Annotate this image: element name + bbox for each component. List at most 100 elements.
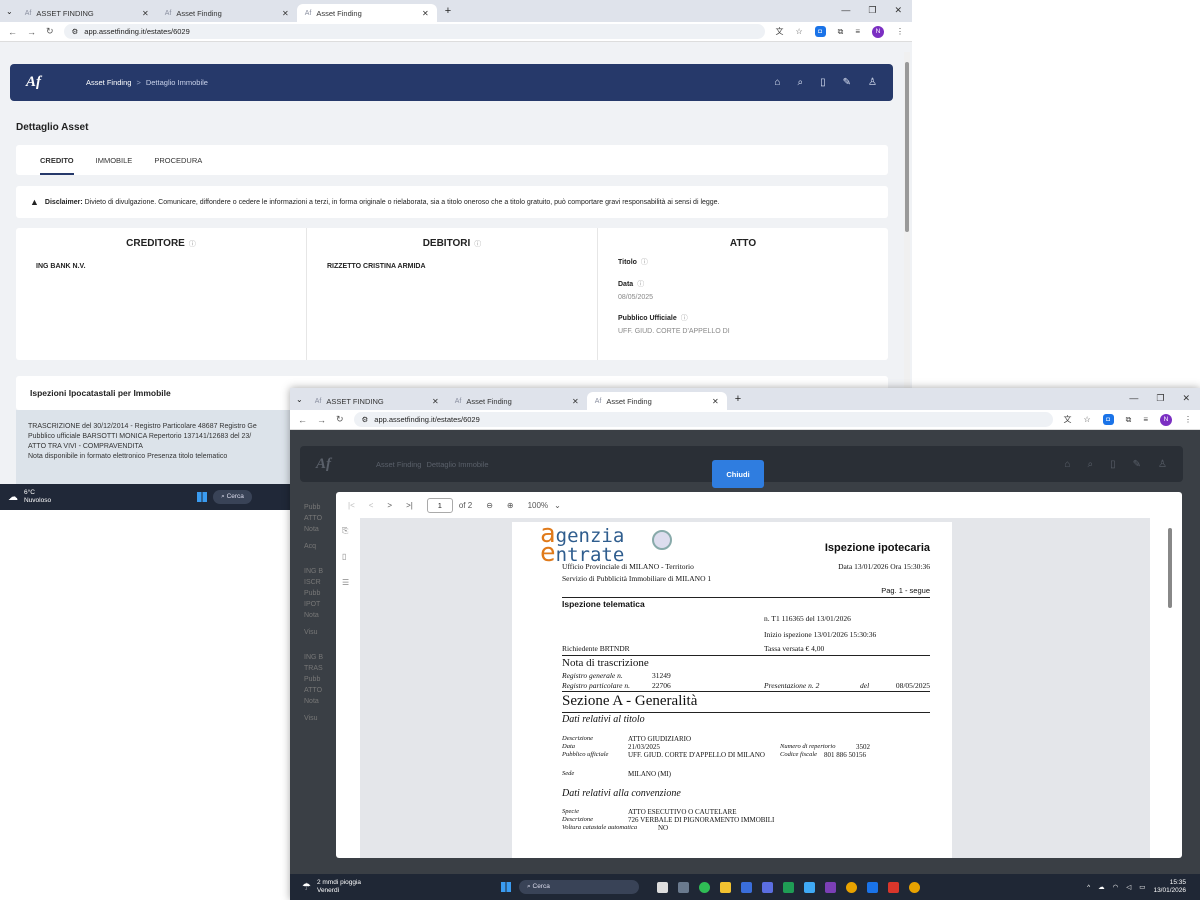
site-info-icon[interactable]: ⚙ (362, 415, 369, 424)
windows-start-icon[interactable] (197, 492, 208, 502)
battery-icon[interactable]: ▭ (1139, 883, 1145, 891)
zoom-chevron-icon[interactable]: ⌄ (554, 501, 561, 510)
tab-immobile[interactable]: IMMOBILE (96, 156, 133, 165)
minimize-icon[interactable]: — (841, 5, 850, 16)
thumbnail-icon[interactable]: ⎘ (342, 526, 348, 536)
browser-tab-active[interactable]: Af Asset Finding ✕ (586, 392, 727, 410)
extensions-puzzle-icon[interactable]: ⧉ (838, 27, 844, 37)
back-icon[interactable]: ← (298, 415, 307, 425)
wifi-icon[interactable]: ◠ (1113, 883, 1119, 891)
zoom-out-icon[interactable]: ⊖ (486, 501, 493, 510)
ispezioni-row[interactable]: TRASCRIZIONE del 30/12/2014 - Registro P… (16, 410, 296, 486)
bookmark-star-icon[interactable]: ☆ (1083, 415, 1090, 424)
app-logo[interactable]: Af (26, 74, 86, 91)
close-tab-icon[interactable]: ✕ (282, 9, 289, 18)
file-explorer-icon[interactable] (720, 881, 732, 893)
search-icon[interactable]: ⌕ (798, 77, 804, 88)
close-window-icon[interactable]: ✕ (894, 5, 902, 16)
site-info-icon[interactable]: ⚙ (72, 27, 79, 36)
bookmark-icon[interactable]: ▯ (820, 77, 826, 88)
volume-icon[interactable]: ◁ (1126, 883, 1131, 891)
close-tab-icon[interactable]: ✕ (572, 397, 579, 406)
reading-list-icon[interactable]: ≡ (855, 27, 860, 36)
reload-icon[interactable]: ↻ (336, 414, 344, 425)
close-tab-icon[interactable]: ✕ (432, 397, 439, 406)
info-icon[interactable]: ⓘ (474, 241, 481, 248)
translate-icon[interactable]: 文 (1063, 414, 1071, 425)
close-tab-icon[interactable]: ✕ (422, 9, 429, 18)
info-icon[interactable]: ⓘ (189, 241, 196, 248)
excel-icon[interactable] (783, 881, 795, 893)
windows-start-icon[interactable] (501, 882, 512, 892)
zoom-level[interactable]: 100% (528, 501, 548, 510)
new-tab-icon[interactable]: + (735, 393, 741, 405)
browser-tab[interactable]: Af Asset Finding ✕ (447, 392, 587, 410)
bookmark-star-icon[interactable]: ☆ (795, 27, 802, 36)
extensions-puzzle-icon[interactable]: ⧉ (1126, 415, 1132, 425)
powerpoint-icon[interactable] (825, 881, 837, 893)
restore-icon[interactable]: ❐ (868, 5, 876, 16)
last-page-icon[interactable]: >| (406, 501, 413, 510)
browser-tab[interactable]: Af ASSET FINDING ✕ (307, 392, 447, 410)
bookmark-panel-icon[interactable]: ▯ (342, 552, 346, 561)
forward-icon[interactable]: → (27, 27, 36, 37)
pdf-scrollbar[interactable] (1168, 522, 1174, 847)
outline-icon[interactable]: ☰ (342, 578, 349, 587)
tab-credito[interactable]: CREDITO (40, 146, 74, 175)
forward-icon[interactable]: → (317, 415, 326, 425)
menu-kebab-icon[interactable]: ⋮ (1184, 415, 1192, 424)
browser-tab[interactable]: Af ASSET FINDING ✕ (17, 4, 157, 22)
back-icon[interactable]: ← (8, 27, 17, 37)
user-icon[interactable]: ♙ (868, 77, 877, 88)
translate-icon[interactable]: 文 (775, 26, 783, 37)
reading-list-icon[interactable]: ≡ (1143, 415, 1148, 424)
extension-icon[interactable]: ◘ (814, 26, 826, 37)
profile-avatar[interactable]: N (872, 25, 884, 38)
browser-tab[interactable]: Af Asset Finding ✕ (157, 4, 297, 22)
info-icon[interactable]: ⓘ (637, 281, 644, 288)
teams-icon[interactable] (762, 881, 774, 893)
tab-procedura[interactable]: PROCEDURA (154, 156, 202, 165)
close-modal-button[interactable]: Chiudi (712, 460, 764, 488)
weather-icon[interactable]: ☂ (302, 882, 311, 893)
app-icon[interactable] (741, 881, 753, 893)
taskbar-search[interactable]: ⌕ Cerca (519, 880, 640, 894)
tab-list-chevron-icon[interactable]: ⌄ (296, 395, 303, 404)
onedrive-icon[interactable]: ☁ (1098, 883, 1105, 891)
taskbar-search[interactable]: ⌕ Cerca (213, 490, 252, 504)
menu-kebab-icon[interactable]: ⋮ (896, 27, 904, 36)
profile-avatar[interactable]: N (1160, 413, 1172, 426)
home-icon[interactable]: ⌂ (774, 77, 780, 88)
chrome-icon[interactable] (846, 881, 858, 893)
extension-icon[interactable]: ◘ (1102, 414, 1114, 425)
close-window-icon[interactable]: ✕ (1182, 393, 1190, 404)
close-tab-icon[interactable]: ✕ (142, 9, 149, 18)
url-field[interactable]: ⚙ app.assetfinding.it/estates/6029 (63, 24, 766, 39)
minimize-icon[interactable]: — (1129, 393, 1138, 404)
task-view-icon[interactable] (657, 881, 669, 893)
tab-list-chevron-icon[interactable]: ⌄ (6, 7, 13, 16)
next-page-icon[interactable]: > (387, 501, 392, 510)
weather-icon[interactable]: ☁ (8, 492, 18, 503)
info-icon[interactable]: ⓘ (681, 315, 688, 322)
acrobat-icon[interactable] (888, 881, 900, 893)
info-icon[interactable]: ⓘ (641, 259, 648, 266)
new-tab-icon[interactable]: + (445, 5, 451, 17)
url-field[interactable]: ⚙ app.assetfinding.it/estates/6029 (353, 412, 1054, 427)
tools-icon[interactable]: ✎ (843, 77, 851, 88)
breadcrumb-root[interactable]: Asset Finding (86, 78, 131, 87)
reload-icon[interactable]: ↻ (46, 26, 54, 37)
chrome-icon[interactable] (909, 881, 921, 893)
calculator-icon[interactable] (678, 881, 690, 893)
app-icon[interactable] (804, 881, 816, 893)
page-number-input[interactable]: 1 (426, 497, 453, 513)
tray-chevron-icon[interactable]: ^ (1087, 884, 1090, 891)
whatsapp-icon[interactable] (699, 881, 711, 893)
close-tab-icon[interactable]: ✕ (712, 397, 719, 406)
zoom-in-icon[interactable]: ⊕ (507, 501, 514, 510)
prev-page-icon[interactable]: < (369, 501, 374, 510)
restore-icon[interactable]: ❐ (1156, 393, 1164, 404)
first-page-icon[interactable]: |< (348, 501, 355, 510)
browser-tab-active[interactable]: Af Asset Finding ✕ (296, 4, 437, 22)
outlook-icon[interactable] (867, 881, 879, 893)
